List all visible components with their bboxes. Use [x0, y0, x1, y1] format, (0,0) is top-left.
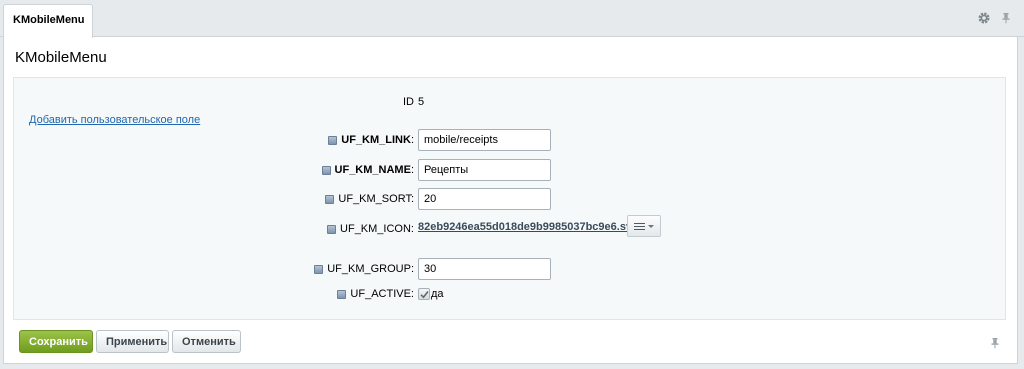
field-icon [337, 289, 347, 299]
field-row-id: ID 5 [14, 91, 1007, 113]
active-checkbox[interactable]: да [418, 286, 444, 302]
field-row-link: UF_KM_LINK: [14, 129, 1007, 151]
icon-file-link[interactable]: 82eb9246ea55d018de9b9985037bc9e6.svg [418, 218, 639, 240]
required-field-icon [321, 165, 331, 175]
icon-label: UF_KM_ICON: [327, 218, 414, 240]
add-user-field-link[interactable]: Добавить пользовательское поле [29, 114, 200, 126]
active-label: UF_ACTIVE: [337, 283, 414, 305]
tab-kmobilemenu[interactable]: KMobileMenu [3, 4, 93, 38]
id-value: 5 [418, 96, 425, 108]
field-row-active: UF_ACTIVE: да [14, 283, 1007, 305]
field-row-group: UF_KM_GROUP: [14, 258, 1007, 280]
tab-tools [978, 12, 1012, 24]
edit-form: Добавить пользовательское поле ID 5 UF_K… [13, 77, 1006, 320]
group-label: UF_KM_GROUP: [314, 258, 414, 280]
cancel-button[interactable]: Отменить [172, 330, 241, 353]
save-button[interactable]: Сохранить [19, 330, 93, 353]
sort-input[interactable] [418, 188, 551, 210]
pin-icon[interactable] [1000, 12, 1012, 24]
name-input[interactable] [418, 159, 551, 181]
tab-bar: KMobileMenu [0, 0, 1024, 38]
checkbox-checked-icon [418, 288, 430, 300]
required-field-icon [328, 135, 338, 145]
field-icon [314, 264, 324, 274]
field-icon [327, 224, 337, 234]
name-label: UF_KM_NAME: [321, 159, 414, 181]
sort-label: UF_KM_SORT: [325, 188, 414, 210]
field-row-sort: UF_KM_SORT: [14, 188, 1007, 210]
field-icon [325, 194, 335, 204]
id-label: ID [403, 96, 414, 108]
menu-icon [634, 222, 645, 230]
caret-down-icon [648, 224, 654, 228]
file-menu-button[interactable] [627, 215, 661, 237]
field-row-icon: UF_KM_ICON: 82eb9246ea55d018de9b9985037b… [14, 215, 1007, 240]
group-input[interactable] [418, 258, 551, 280]
gear-icon[interactable] [978, 12, 990, 24]
form-buttons: Сохранить Применить Отменить [19, 330, 241, 353]
active-checkbox-label: да [431, 288, 444, 300]
link-input[interactable] [418, 129, 551, 151]
field-row-name: UF_KM_NAME: [14, 159, 1007, 181]
edit-panel: KMobileMenu Добавить пользовательское по… [3, 37, 1018, 364]
page-title: KMobileMenu [15, 49, 107, 66]
apply-button[interactable]: Применить [96, 330, 169, 353]
link-label: UF_KM_LINK: [328, 129, 414, 151]
pin-icon[interactable] [989, 337, 1001, 349]
